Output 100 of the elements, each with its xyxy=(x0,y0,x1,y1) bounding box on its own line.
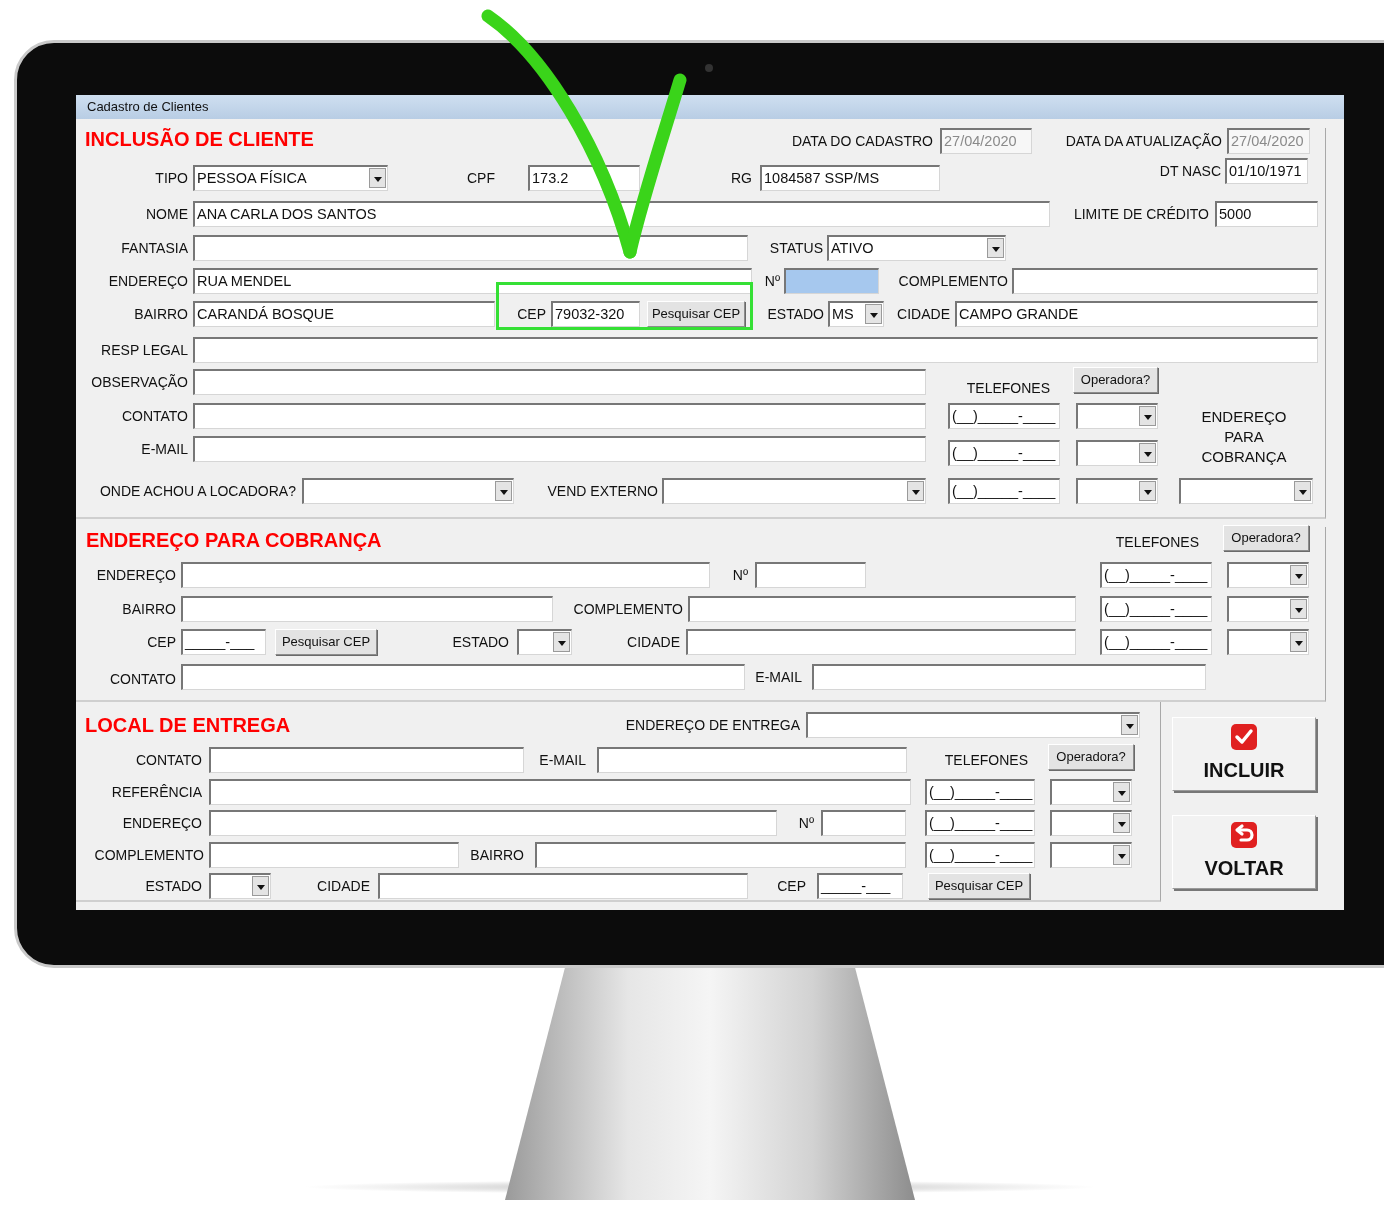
field-label: OBSERVAÇÃO xyxy=(90,373,188,392)
text-field[interactable]: 79032-320 xyxy=(551,301,640,327)
action-button[interactable]: Operadora? xyxy=(1223,525,1309,551)
text-field[interactable] xyxy=(193,369,926,395)
field-label: E-MAIL xyxy=(140,440,188,459)
field-label: NOME xyxy=(145,205,188,224)
text-field[interactable] xyxy=(755,562,866,588)
field-label: CPF xyxy=(466,169,495,188)
text-field[interactable] xyxy=(193,403,926,429)
text-field[interactable] xyxy=(686,629,1076,655)
field-label: CIDADE xyxy=(316,877,370,896)
action-button[interactable]: Operadora? xyxy=(1048,744,1134,770)
field-label: CEP xyxy=(516,305,546,324)
confirm-button[interactable]: INCLUIR xyxy=(1172,717,1316,791)
field-label: DATA DA ATUALIZAÇÃO xyxy=(1064,132,1222,151)
field-label: ESTADO xyxy=(766,305,824,324)
text-field[interactable] xyxy=(181,562,710,588)
field-label: ENDEREÇO xyxy=(107,272,188,291)
text-field[interactable] xyxy=(193,337,1318,363)
text-field[interactable] xyxy=(597,747,907,773)
text-field[interactable] xyxy=(688,596,1076,622)
text-field[interactable]: (__)_____-____ xyxy=(1100,596,1212,622)
caption-text: ENDEREÇO PARA COBRANÇA xyxy=(1200,407,1288,467)
action-button[interactable]: Pesquisar CEP xyxy=(275,629,377,655)
text-field[interactable]: ANA CARLA DOS SANTOS xyxy=(193,201,1050,227)
text-field[interactable] xyxy=(378,873,748,899)
field-label: ENDEREÇO xyxy=(95,566,176,585)
action-button[interactable]: Operadora? xyxy=(1073,367,1158,393)
text-field[interactable] xyxy=(1012,268,1318,294)
field-label: STATUS xyxy=(768,239,823,258)
combo-box[interactable] xyxy=(1179,478,1313,504)
field-label: Nº xyxy=(763,272,780,291)
text-field[interactable]: (__)_____-____ xyxy=(948,440,1060,466)
text-field[interactable] xyxy=(209,842,459,868)
field-label: FANTASIA xyxy=(120,239,188,258)
text-field[interactable] xyxy=(209,779,911,805)
combo-box[interactable]: ATIVO xyxy=(827,235,1006,261)
field-label: CIDADE xyxy=(896,305,950,324)
text-field[interactable]: (__)_____-____ xyxy=(1100,629,1212,655)
text-field[interactable]: _____-___ xyxy=(817,873,903,899)
text-field[interactable]: (__)_____-____ xyxy=(948,403,1060,429)
combo-box[interactable] xyxy=(1050,842,1132,868)
text-field[interactable] xyxy=(193,235,748,261)
combo-box[interactable] xyxy=(662,478,926,504)
text-field[interactable]: CAMPO GRANDE xyxy=(955,301,1318,327)
field-label: ESTADO xyxy=(144,877,202,896)
field-label: ESTADO xyxy=(451,633,509,652)
window-title: Cadastro de Clientes xyxy=(76,95,1344,119)
field-label: VEND EXTERNO xyxy=(546,482,658,501)
text-field[interactable]: (__)_____-____ xyxy=(925,842,1035,868)
field-label: CEP xyxy=(146,633,176,652)
field-label: DT NASC xyxy=(1158,162,1221,181)
text-field[interactable]: 5000 xyxy=(1215,201,1318,227)
text-field[interactable]: (__)_____-____ xyxy=(925,810,1035,836)
text-field[interactable]: (__)_____-____ xyxy=(948,478,1060,504)
combo-box[interactable] xyxy=(1227,596,1309,622)
field-label: DATA DO CADASTRO xyxy=(790,132,933,151)
combo-box[interactable] xyxy=(806,712,1140,738)
field-label: BAIRRO xyxy=(469,846,524,865)
text-field[interactable]: 01/10/1971 xyxy=(1225,158,1308,184)
text-field[interactable] xyxy=(535,842,906,868)
section-heading: LOCAL DE ENTREGA xyxy=(85,713,292,738)
text-field[interactable]: RUA MENDEL xyxy=(193,268,752,294)
combo-box[interactable] xyxy=(1050,810,1132,836)
combo-box[interactable] xyxy=(1076,478,1158,504)
back-button[interactable]: VOLTAR xyxy=(1172,815,1316,889)
combo-box[interactable]: PESSOA FÍSICA xyxy=(193,165,388,191)
action-button[interactable]: Pesquisar CEP xyxy=(647,301,745,327)
combo-box[interactable] xyxy=(1227,629,1309,655)
combo-box[interactable] xyxy=(1076,440,1158,466)
text-field[interactable] xyxy=(181,596,553,622)
camera-icon xyxy=(705,64,713,72)
combo-box[interactable] xyxy=(1076,403,1158,429)
check-icon xyxy=(1230,723,1258,751)
combo-box[interactable]: MS xyxy=(828,301,884,327)
text-field[interactable] xyxy=(784,268,879,294)
combo-box[interactable] xyxy=(1227,562,1309,588)
text-field[interactable]: CARANDÁ BOSQUE xyxy=(193,301,495,327)
action-button[interactable]: Pesquisar CEP xyxy=(928,873,1030,899)
combo-box[interactable] xyxy=(1050,779,1132,805)
section-heading: INCLUSÃO DE CLIENTE xyxy=(85,127,315,152)
field-label: LIMITE DE CRÉDITO xyxy=(1072,205,1209,224)
field-label: Nº xyxy=(797,814,814,833)
combo-box[interactable] xyxy=(209,873,271,899)
field-label: BAIRRO xyxy=(133,305,188,324)
text-field[interactable] xyxy=(209,747,524,773)
text-field[interactable] xyxy=(209,810,777,836)
text-field[interactable]: (__)_____-____ xyxy=(925,779,1035,805)
field-label: CONTATO xyxy=(120,407,188,426)
text-field[interactable] xyxy=(812,664,1206,690)
text-field[interactable]: _____-___ xyxy=(181,629,266,655)
text-field[interactable] xyxy=(821,810,906,836)
text-field[interactable] xyxy=(181,664,745,690)
text-field[interactable] xyxy=(193,436,926,462)
field-label: BAIRRO xyxy=(121,600,176,619)
combo-box[interactable] xyxy=(517,629,572,655)
field-label: Nº xyxy=(731,566,748,585)
text-field[interactable]: (__)_____-____ xyxy=(1100,562,1212,588)
combo-box[interactable] xyxy=(302,478,514,504)
text-field[interactable]: 1084587 SSP/MS xyxy=(760,165,940,191)
